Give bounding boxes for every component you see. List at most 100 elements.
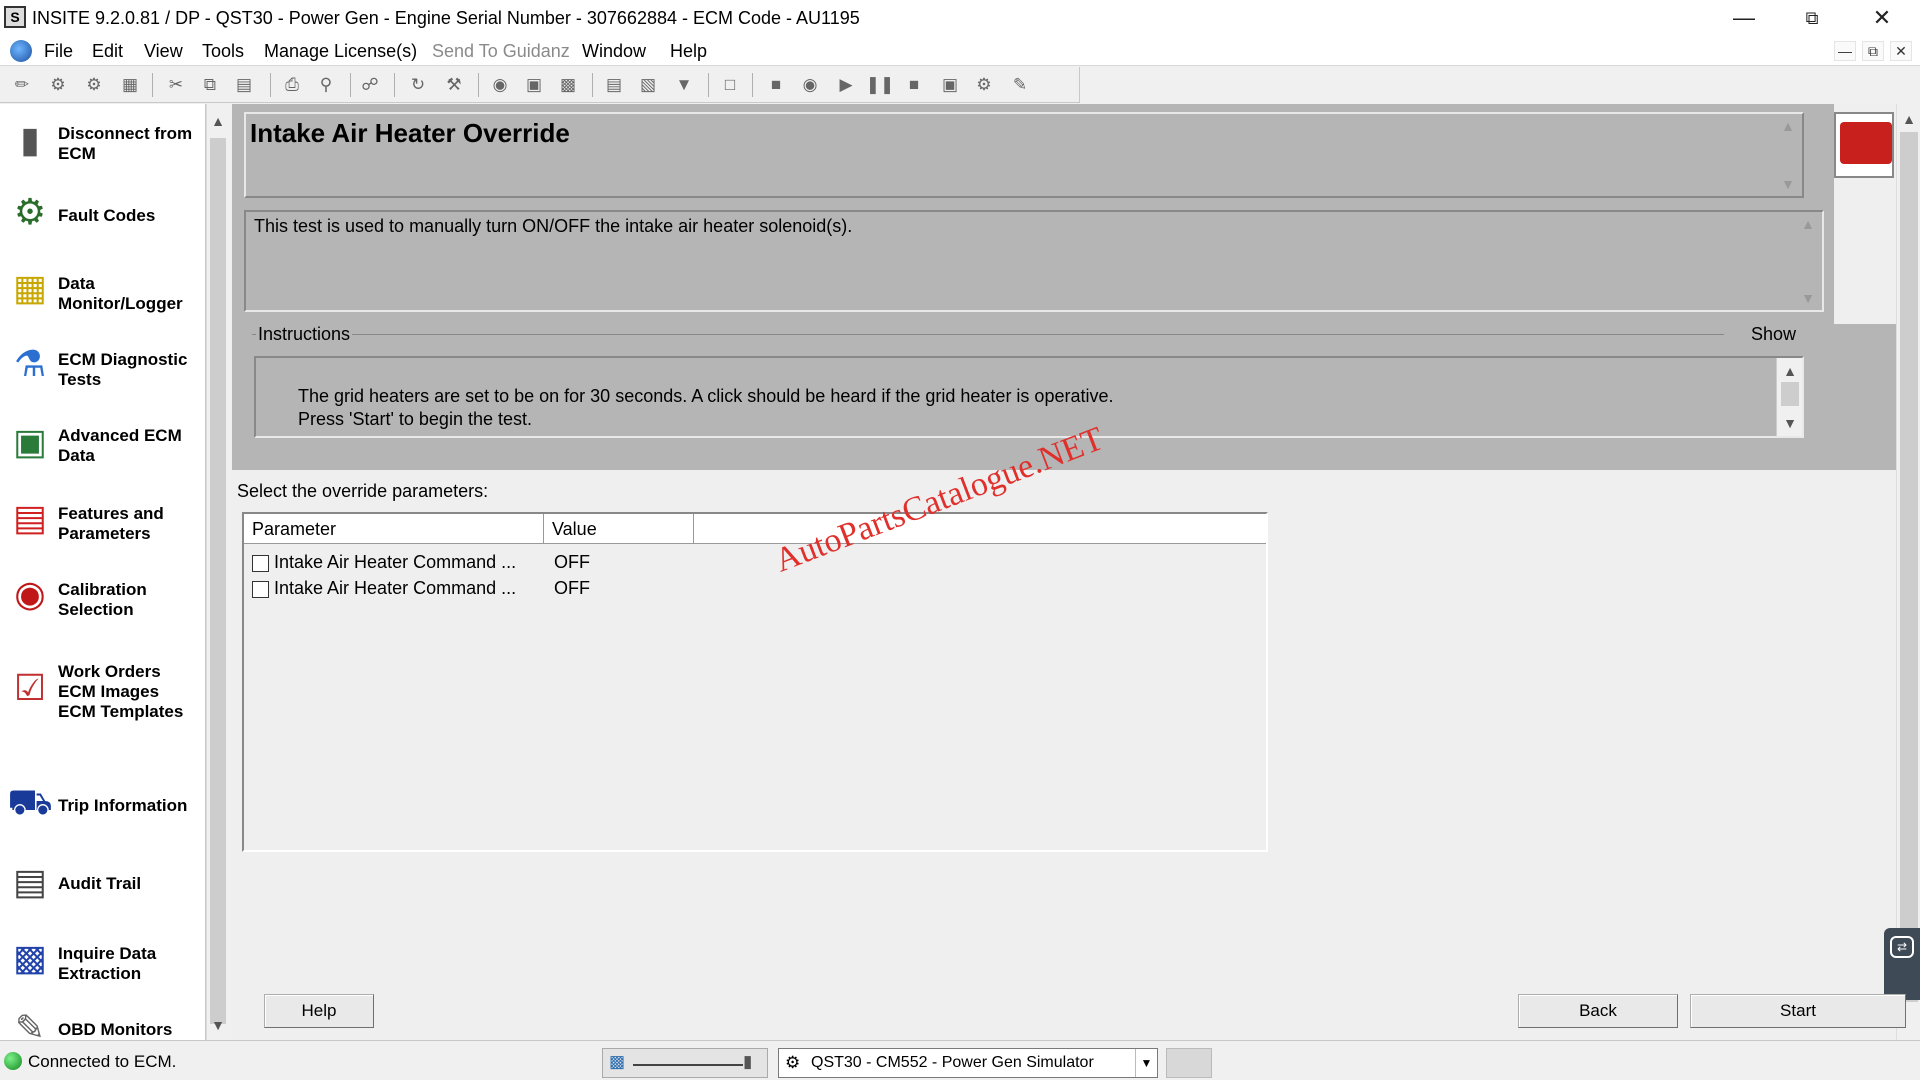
column-header-parameter[interactable]: Parameter — [244, 514, 544, 544]
scroll-up-icon[interactable]: ▲ — [1780, 118, 1796, 134]
back-button[interactable]: Back — [1518, 994, 1678, 1028]
menu-edit[interactable]: Edit — [88, 39, 127, 64]
sidebar-item-advanced-ecm-data[interactable]: ▣ Advanced ECM Data — [0, 408, 204, 480]
connect-all-icon[interactable]: ⚙ — [46, 73, 70, 97]
show-toggle[interactable]: Show — [1751, 324, 1796, 345]
refresh-icon[interactable]: ↻ — [406, 73, 430, 97]
print-icon[interactable]: ⎙ — [280, 73, 304, 97]
scroll-down-icon[interactable]: ▼ — [207, 1014, 229, 1036]
sidebar-item-trip-information[interactable]: ⛟ Trip Information — [0, 770, 204, 842]
scroll-up-icon[interactable]: ▲ — [1800, 216, 1816, 232]
scroll-down-icon[interactable]: ▼ — [1779, 412, 1801, 434]
cut-icon[interactable]: ✂ — [164, 73, 188, 97]
override-parameters-table: Parameter Value Intake Air Heater Comman… — [242, 512, 1268, 852]
menu-window[interactable]: Window — [578, 39, 650, 64]
sidebar-item-inquire-data[interactable]: ▩ Inquire Data Extraction — [0, 924, 204, 996]
remote-support-icon: ⇄ — [1890, 936, 1914, 958]
export-icon[interactable]: ▣ — [938, 73, 962, 97]
minimize-icon[interactable]: — — [1712, 0, 1776, 36]
sidebar-scrollbar[interactable]: ▲ ▼ — [206, 104, 228, 1040]
scroll-down-icon[interactable]: ▼ — [1800, 290, 1816, 306]
sidebar-item-data-monitor[interactable]: ▦ Data Monitor/Logger — [0, 254, 204, 326]
megaphone-icon[interactable]: ◉ — [488, 73, 512, 97]
sidebar-item-label: Work Orders ECM Images ECM Templates — [58, 662, 184, 721]
device-selector[interactable]: ⚙ QST30 - CM552 - Power Gen Simulator ▼ — [778, 1048, 1158, 1078]
description-scrollbar[interactable]: ▲ ▼ — [1794, 212, 1822, 310]
menu-view[interactable]: View — [140, 39, 187, 64]
mdi-close-icon[interactable]: ✕ — [1890, 41, 1912, 61]
main-scroll-thumb[interactable] — [1900, 132, 1918, 1002]
copy-icon[interactable]: ⧉ — [198, 73, 222, 97]
fault-codes-icon: ⚙ — [13, 191, 47, 232]
sidebar-item-ecm-diagnostic-tests[interactable]: ⚗ ECM Diagnostic Tests — [0, 330, 204, 402]
window-title: INSITE 9.2.0.81 / DP - QST30 - Power Gen… — [32, 8, 860, 28]
sidebar-item-label: Disconnect from ECM — [58, 124, 193, 163]
scroll-down-icon[interactable]: ▼ — [1780, 176, 1796, 192]
tools-icon[interactable]: ⚒ — [442, 73, 466, 97]
paste-icon[interactable]: ▤ — [232, 73, 256, 97]
sidebar-item-obd-monitors[interactable]: ✎ OBD Monitors — [0, 994, 204, 1040]
mdi-app-icon[interactable] — [10, 40, 32, 62]
page-icon[interactable]: □ — [718, 73, 742, 97]
pause-icon[interactable]: ❚❚ — [866, 73, 895, 97]
column-header-value[interactable]: Value — [544, 514, 694, 544]
print-preview-icon[interactable]: ⚲ — [314, 73, 338, 97]
menu-manage-licenses[interactable]: Manage License(s) — [260, 39, 421, 64]
instruction-line: Press 'Start' to begin the test. — [298, 409, 532, 429]
start-button[interactable]: Start — [1690, 994, 1906, 1028]
module-icon[interactable]: ▣ — [522, 73, 546, 97]
sync-icon[interactable]: ⚙ — [82, 73, 106, 97]
sidebar-scroll-thumb[interactable] — [210, 138, 226, 1024]
table-row[interactable]: Intake Air Heater Command ... OFF — [244, 550, 1266, 576]
edit-doc-icon[interactable]: ✎ — [1008, 73, 1032, 97]
audit-trail-icon: ▤ — [12, 861, 47, 902]
main-scrollbar[interactable]: ▲ — [1896, 104, 1920, 1040]
app-icon: S — [4, 6, 26, 28]
chevron-down-icon[interactable]: ▼ — [1135, 1049, 1157, 1077]
sidebar-item-calibration[interactable]: ◉ Calibration Selection — [0, 560, 204, 632]
instructions-box: The grid heaters are set to be on for 30… — [254, 356, 1804, 438]
scroll-up-icon[interactable]: ▲ — [207, 110, 229, 132]
instructions-scrollbar[interactable]: ▲ ▼ — [1776, 358, 1802, 436]
mdi-minimize-icon[interactable]: — — [1834, 41, 1856, 61]
settings-doc-icon[interactable]: ⚙ — [972, 73, 996, 97]
sidebar-item-disconnect[interactable]: ▮ Disconnect from ECM — [0, 104, 204, 176]
table-row[interactable]: Intake Air Heater Command ... OFF — [244, 576, 1266, 602]
folder-icon[interactable]: ▧ — [636, 73, 660, 97]
diagnostic-tests-icon: ⚗ — [13, 343, 47, 384]
override-prompt: Select the override parameters: — [237, 481, 489, 501]
report-icon[interactable]: ▦ — [118, 73, 142, 97]
mdi-restore-icon[interactable]: ⧉ — [1862, 41, 1884, 61]
sidebar-item-audit-trail[interactable]: ▤ Audit Trail — [0, 848, 204, 920]
close-icon[interactable]: ✕ — [1850, 0, 1914, 36]
restore-icon[interactable]: ⧉ — [1780, 0, 1844, 36]
row-checkbox[interactable] — [252, 555, 269, 572]
record-icon[interactable]: ◉ — [798, 73, 822, 97]
stop-icon[interactable]: ■ — [902, 73, 926, 97]
row-checkbox[interactable] — [252, 581, 269, 598]
remote-support-tab[interactable]: ⇄ — [1884, 928, 1920, 1000]
sidebar-item-work-orders[interactable]: ☑ Work Orders ECM Images ECM Templates — [0, 644, 204, 740]
filter-icon[interactable]: ▼ — [672, 73, 696, 97]
scroll-up-icon[interactable]: ▲ — [1898, 108, 1920, 130]
title-scrollbar[interactable]: ▲ ▼ — [1774, 114, 1802, 196]
document-icon[interactable]: ▤ — [602, 73, 626, 97]
parameter-value[interactable]: OFF — [554, 578, 590, 599]
connect-icon[interactable]: ✏ — [10, 73, 34, 97]
scroll-up-icon[interactable]: ▲ — [1779, 360, 1801, 382]
sidebar-item-features-parameters[interactable]: ▤ Features and Parameters — [0, 484, 204, 556]
sidebar-item-label: Fault Codes — [58, 206, 156, 225]
help-button[interactable]: Help — [264, 994, 374, 1028]
toolbar: ✏ ⚙ ⚙ ▦ ✂ ⧉ ▤ ⎙ ⚲ ☍ ↻ ⚒ ◉ ▣ ▩ ▤ ▧ ▼ □ ■ … — [0, 67, 1080, 103]
instructions-scroll-thumb[interactable] — [1781, 382, 1799, 406]
menu-tools[interactable]: Tools — [198, 39, 248, 64]
camera-icon[interactable]: ■ — [764, 73, 788, 97]
find-icon[interactable]: ☍ — [358, 73, 382, 97]
engine-icon[interactable]: ▩ — [556, 73, 580, 97]
play-icon[interactable]: ▶ — [834, 73, 858, 97]
menu-help[interactable]: Help — [666, 39, 711, 64]
features-parameters-icon: ▤ — [12, 497, 47, 538]
menu-file[interactable]: File — [40, 39, 77, 64]
parameter-value[interactable]: OFF — [554, 552, 590, 573]
sidebar-item-fault-codes[interactable]: ⚙ Fault Codes — [0, 180, 204, 252]
